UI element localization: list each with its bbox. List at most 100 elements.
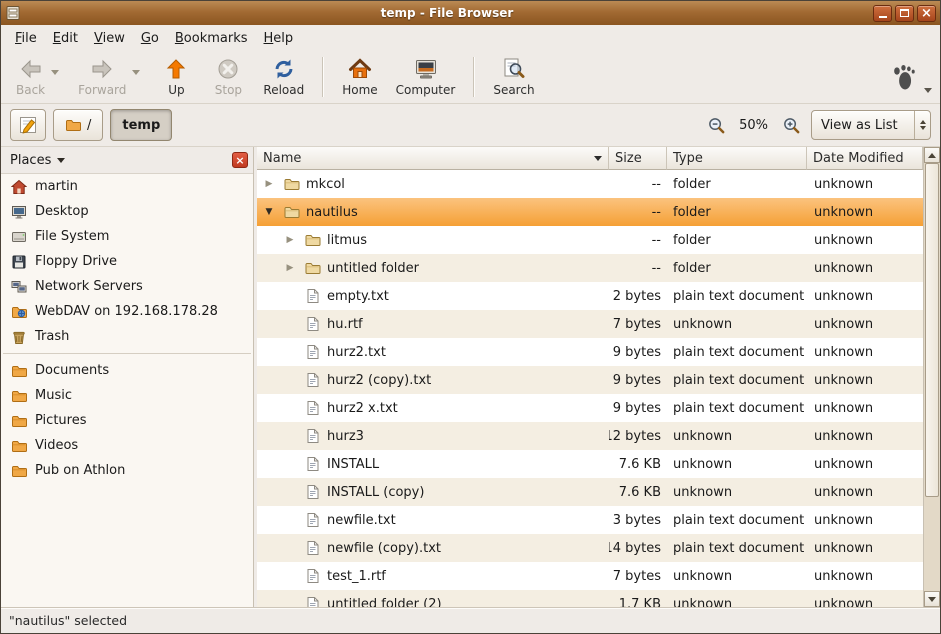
text-file-icon: [304, 512, 321, 528]
vertical-scrollbar[interactable]: [923, 147, 940, 607]
sidebar-item-pub-on-athlon[interactable]: Pub on Athlon: [1, 458, 253, 483]
menu-view[interactable]: View: [86, 27, 133, 50]
toolbar-computer-button[interactable]: Computer: [387, 54, 465, 101]
toolbar-button-label: Home: [342, 83, 377, 97]
file-row[interactable]: hurz312 bytesunknownunknown: [257, 422, 923, 450]
menu-help[interactable]: Help: [256, 27, 302, 50]
titlebar[interactable]: temp - File Browser ×: [1, 1, 940, 25]
file-row[interactable]: empty.txt2 bytesplain text documentunkno…: [257, 282, 923, 310]
sidebar-item-trash[interactable]: Trash: [1, 324, 253, 349]
file-size-cell: 1.7 KB: [609, 590, 667, 607]
sidebar-title: Places: [10, 153, 51, 168]
sidebar-item-martin[interactable]: martin: [1, 174, 253, 199]
path-current-label: temp: [122, 118, 160, 133]
zoom-out-button[interactable]: [703, 112, 729, 138]
desktop-icon: [11, 204, 27, 220]
column-header-size[interactable]: Size: [609, 147, 667, 170]
file-row[interactable]: hurz2 x.txt9 bytesplain text documentunk…: [257, 394, 923, 422]
sidebar-item-music[interactable]: Music: [1, 383, 253, 408]
file-type-cell: folder: [667, 198, 807, 226]
user-home-icon: [11, 179, 27, 195]
file-row[interactable]: INSTALL7.6 KBunknownunknown: [257, 450, 923, 478]
sidebar-item-network-servers[interactable]: Network Servers: [1, 274, 253, 299]
file-row[interactable]: INSTALL (copy)7.6 KBunknownunknown: [257, 478, 923, 506]
file-type-cell: unknown: [667, 310, 807, 338]
file-type: plain text document: [673, 289, 804, 304]
sidebar-item-desktop[interactable]: Desktop: [1, 199, 253, 224]
file-size-cell: --: [609, 170, 667, 198]
file-name: INSTALL: [327, 457, 379, 472]
file-name: newfile (copy).txt: [327, 541, 441, 556]
file-row[interactable]: test_1.rtf7 bytesunknownunknown: [257, 562, 923, 590]
column-header-date-modified[interactable]: Date Modified: [807, 147, 923, 170]
file-row[interactable]: ▶untitled folder--folderunknown: [257, 254, 923, 282]
expander-collapsed-icon[interactable]: ▶: [282, 235, 298, 245]
spinner-arrows-icon: [914, 111, 930, 139]
file-name-cell: hurz3: [257, 422, 609, 450]
file-row[interactable]: untitled folder (2)1.7 KBunknownunknown: [257, 590, 923, 607]
file-size: --: [652, 233, 661, 248]
sidebar-item-webdav-on-192-168-178-28[interactable]: WebDAV on 192.168.178.28: [1, 299, 253, 324]
scrollbar-track[interactable]: [924, 163, 940, 591]
sidebar-item-file-system[interactable]: File System: [1, 224, 253, 249]
close-sidebar-button[interactable]: ×: [232, 152, 248, 168]
folder-icon: [11, 463, 27, 479]
file-row[interactable]: hu.rtf7 bytesunknownunknown: [257, 310, 923, 338]
file-row[interactable]: newfile (copy).txt14 bytesplain text doc…: [257, 534, 923, 562]
file-row[interactable]: ▶mkcol--folderunknown: [257, 170, 923, 198]
toolbar-search-button[interactable]: Search: [484, 54, 543, 101]
sidebar-header: Places ×: [1, 147, 253, 174]
scroll-down-button[interactable]: [924, 591, 940, 607]
window-title: temp - File Browser: [25, 6, 869, 20]
gnome-throbber[interactable]: [884, 54, 924, 100]
file-size-cell: 3 bytes: [609, 506, 667, 534]
sidebar-item-documents[interactable]: Documents: [1, 358, 253, 383]
zoom-in-button[interactable]: [778, 112, 804, 138]
places-menu-button[interactable]: Places: [10, 153, 65, 168]
toolbar-reload-button[interactable]: Reload: [254, 54, 313, 101]
expander-collapsed-icon[interactable]: ▶: [282, 263, 298, 273]
column-header-type[interactable]: Type: [667, 147, 807, 170]
file-type: folder: [673, 233, 711, 248]
file-type-cell: plain text document: [667, 394, 807, 422]
status-bar: "nautilus" selected: [1, 607, 940, 633]
close-button[interactable]: ×: [917, 5, 936, 22]
scrollbar-thumb[interactable]: [925, 163, 939, 497]
menu-bookmarks[interactable]: Bookmarks: [167, 27, 256, 50]
folder-icon: [304, 232, 321, 248]
sidebar-item-floppy-drive[interactable]: Floppy Drive: [1, 249, 253, 274]
maximize-button[interactable]: [895, 5, 914, 22]
column-header-name[interactable]: Name: [257, 147, 609, 170]
file-modified-cell: unknown: [807, 534, 923, 562]
file-name-cell: untitled folder (2): [257, 590, 609, 607]
file-type: folder: [673, 261, 711, 276]
toolbar-up-button[interactable]: Up: [150, 54, 202, 101]
file-modified-cell: unknown: [807, 338, 923, 366]
file-size-cell: 9 bytes: [609, 366, 667, 394]
menu-file[interactable]: File: [7, 27, 45, 50]
toggle-location-entry-button[interactable]: [10, 109, 46, 141]
menu-go[interactable]: Go: [133, 27, 167, 50]
file-row[interactable]: ▼nautilus--folderunknown: [257, 198, 923, 226]
file-row[interactable]: hurz2.txt9 bytesplain text documentunkno…: [257, 338, 923, 366]
menu-edit[interactable]: Edit: [45, 27, 86, 50]
scroll-up-button[interactable]: [924, 147, 940, 163]
file-row[interactable]: hurz2 (copy).txt9 bytesplain text docume…: [257, 366, 923, 394]
sidebar-item-pictures[interactable]: Pictures: [1, 408, 253, 433]
file-row[interactable]: ▶litmus--folderunknown: [257, 226, 923, 254]
file-row[interactable]: newfile.txt3 bytesplain text documentunk…: [257, 506, 923, 534]
toolbar-home-button[interactable]: Home: [333, 54, 386, 101]
file-modified: unknown: [814, 177, 873, 192]
file-type-cell: folder: [667, 254, 807, 282]
minimize-button[interactable]: [873, 5, 892, 22]
path-button-temp[interactable]: temp: [110, 109, 172, 141]
expander-collapsed-icon[interactable]: ▶: [261, 179, 277, 189]
text-file-icon: [304, 484, 321, 500]
path-button-root[interactable]: /: [53, 109, 103, 141]
file-name: untitled folder (2): [327, 597, 442, 608]
toolbar-overflow-icon[interactable]: [924, 88, 932, 93]
file-type: folder: [673, 205, 711, 220]
view-mode-select[interactable]: View as List: [811, 110, 931, 140]
expander-expanded-icon[interactable]: ▼: [261, 207, 277, 217]
sidebar-item-videos[interactable]: Videos: [1, 433, 253, 458]
